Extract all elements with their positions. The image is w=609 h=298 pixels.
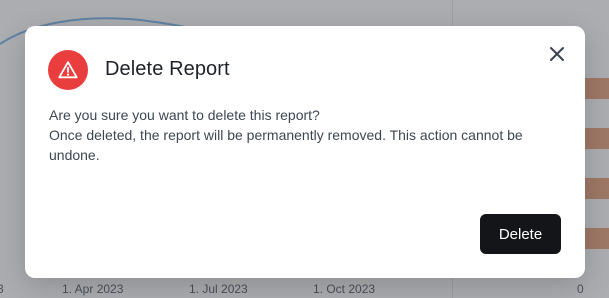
delete-button[interactable]: Delete	[480, 214, 561, 254]
dialog-title: Delete Report	[105, 58, 230, 80]
close-button[interactable]	[545, 42, 569, 66]
close-icon	[550, 47, 564, 61]
delete-report-dialog: Delete Report Are you sure you want to d…	[25, 26, 585, 278]
dialog-message: Are you sure you want to delete this rep…	[49, 105, 569, 165]
warning-icon	[48, 50, 88, 90]
dialog-message-line: Once deleted, the report will be permane…	[49, 127, 523, 163]
dialog-message-line: Are you sure you want to delete this rep…	[49, 107, 320, 123]
